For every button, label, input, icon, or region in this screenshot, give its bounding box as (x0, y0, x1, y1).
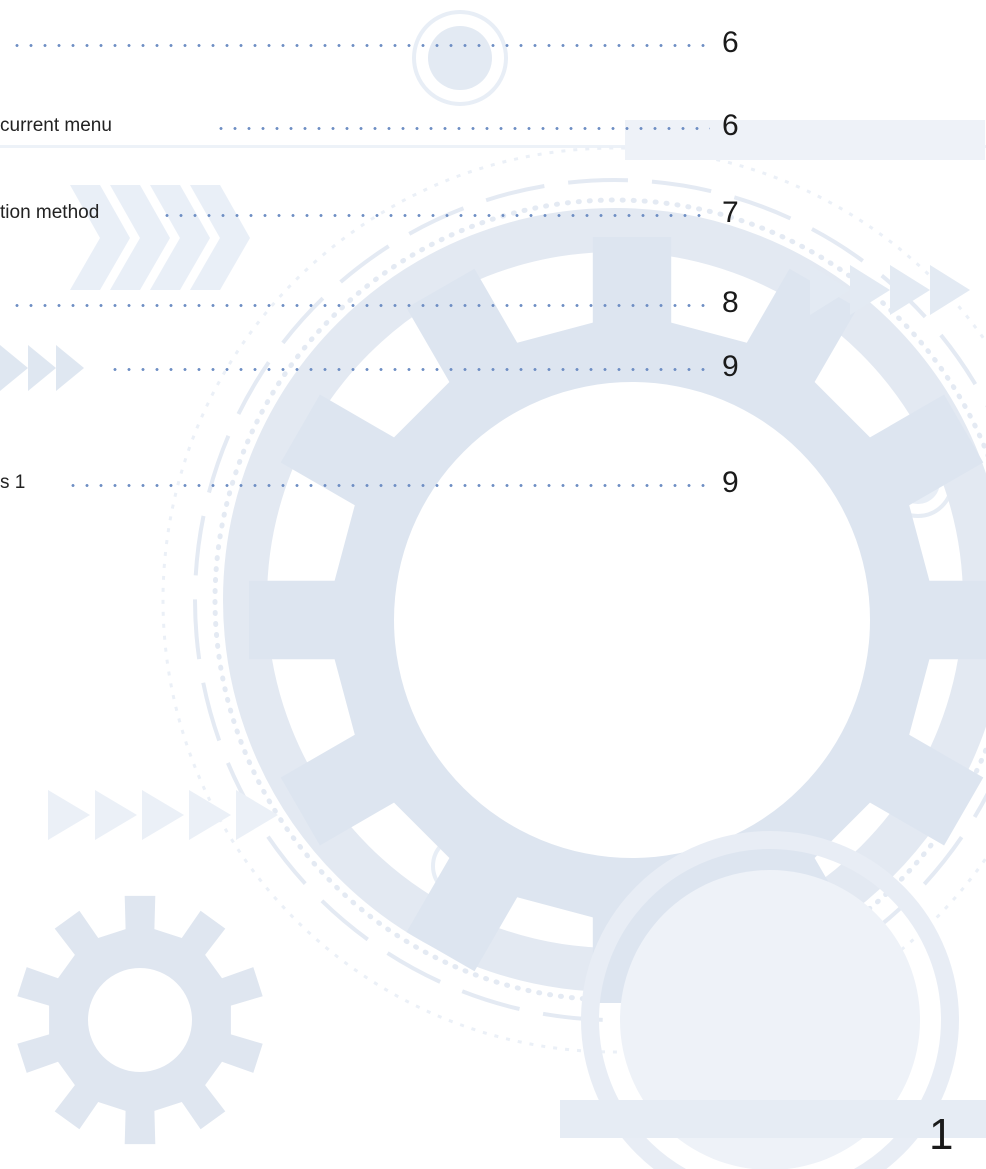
toc-entry-page: 6 (722, 109, 739, 142)
toc-entry-page: 9 (722, 350, 739, 383)
dot-leader (10, 304, 710, 307)
page-number: 1 (929, 1110, 954, 1159)
toc-entry[interactable]: 9 (0, 344, 760, 384)
toc-entry-page: 9 (722, 466, 739, 499)
toc-entry[interactable]: tion method 7 (0, 190, 760, 230)
dot-leader (66, 484, 710, 487)
toc-entry-label: s 1 (0, 472, 26, 493)
toc-entry[interactable]: current menu 6 (0, 103, 760, 143)
toc-entry-page: 6 (722, 26, 739, 59)
dot-leader (214, 127, 710, 130)
dot-leader (108, 368, 710, 371)
toc-entry-page: 7 (722, 196, 739, 229)
toc-entry[interactable]: 6 (0, 20, 760, 60)
toc-entry[interactable]: s 1 9 (0, 460, 760, 500)
table-of-contents: 6 current menu 6 tion method 7 8 9 s 1 9 (0, 0, 986, 1169)
toc-entry-page: 8 (722, 286, 739, 319)
dot-leader (160, 214, 710, 217)
toc-entry-label: current menu (0, 115, 112, 136)
dot-leader (10, 44, 710, 47)
toc-entry[interactable]: 8 (0, 280, 760, 320)
toc-entry-label: tion method (0, 202, 100, 223)
